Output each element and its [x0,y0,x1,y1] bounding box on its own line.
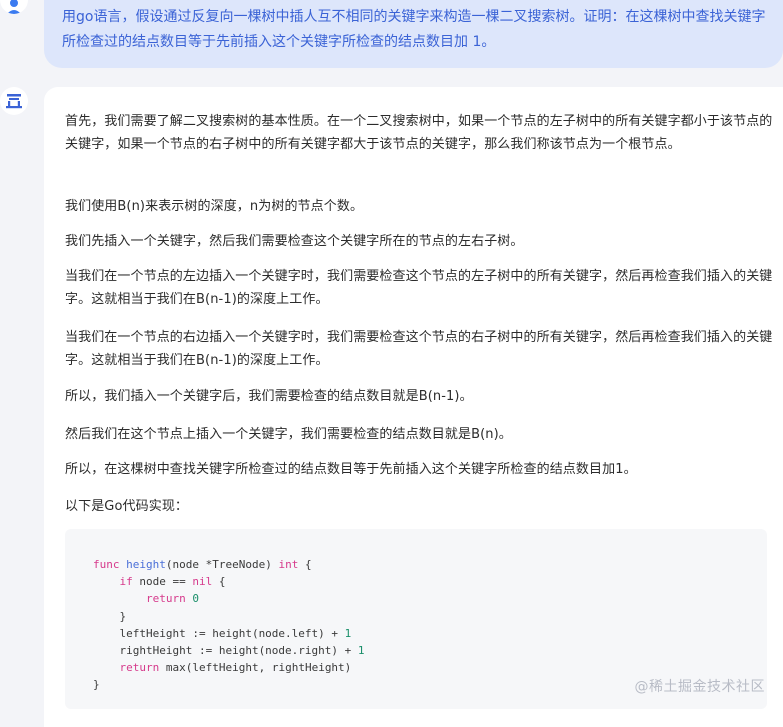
answer-paragraph: 当我们在一个节点的左边插入一个关键字时，我们需要检查这个节点的左子树中的所有关键… [65,269,773,307]
code-line: if node == nil { [119,575,226,589]
watermark: @稀土掘金技术社区 [634,679,765,695]
assistant-avatar [0,87,28,115]
answer-paragraph: 首先，我们需要了解二叉搜索树的基本性质。在一个二叉搜索树中，如果一个节点的左子树… [65,114,773,152]
code-line: } [93,678,100,692]
user-avatar [0,0,28,14]
answer-paragraph: 然后我们在这个节点上插入一个关键字，我们需要检查的结点数目就是B(n)。 [65,427,512,442]
answer-paragraph: 当我们在一个节点的右边插入一个关键字时，我们需要检查这个节点的右子树中的所有关键… [65,330,773,368]
answer-paragraph: 以下是Go代码实现： [65,499,189,514]
answer-paragraph: 我们先插入一个关键字，然后我们需要检查这个关键字所在的节点的左右子树。 [65,234,524,249]
code-line: return max(leftHeight, rightHeight) [119,661,352,675]
user-message-text: 用go语言，假设通过反复向一棵树中插人互不相同的关键字来构造一棵二叉搜索树。证明… [62,9,766,50]
answer-paragraph: 所以，在这棵树中查找关键字所检查过的结点数目等于先前插入这个关键字所检查的结点数… [65,462,637,477]
code-line: } [93,609,127,623]
answer-paragraph: 我们使用B(n)来表示树的深度，n为树的节点个数。 [65,199,364,214]
assistant-logo-icon [6,94,22,109]
code-line: func height(node *TreeNode) int { [93,558,312,571]
code-line: leftHeight := height(node.left) + 1 [93,626,352,640]
user-icon [7,0,21,14]
code-line: return 0 [145,592,199,606]
answer-paragraph: 所以，我们插入一个关键字后，我们需要检查的结点数目就是B(n-1)。 [65,389,473,404]
code-line: rightHeight := height(node.right) + 1 [93,644,365,657]
